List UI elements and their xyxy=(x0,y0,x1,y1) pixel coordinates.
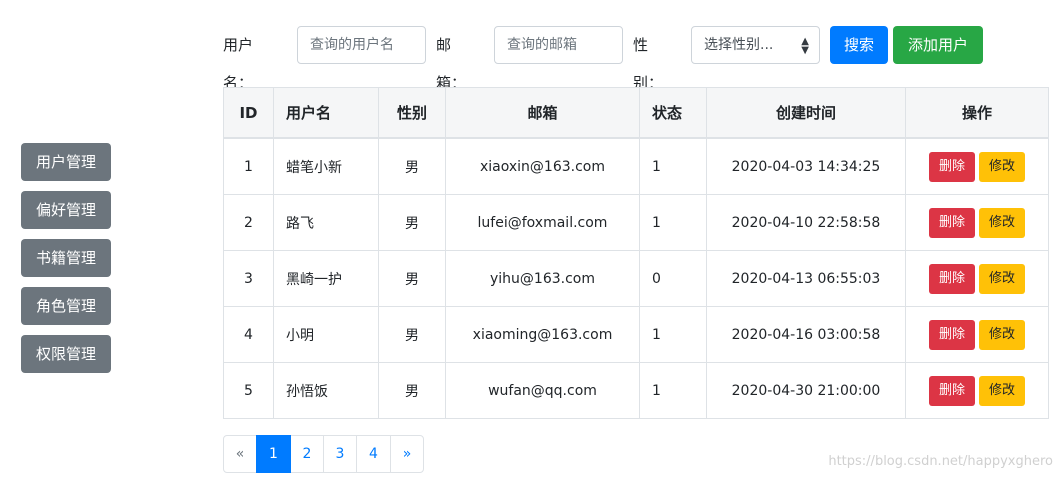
sidebar: 用户管理 偏好管理 书籍管理 角色管理 权限管理 xyxy=(21,143,111,383)
cell-created: 2020-04-03 14:34:25 xyxy=(706,137,906,195)
pagination-page-4[interactable]: 4 xyxy=(356,435,391,473)
cell-email: xiaoxin@163.com xyxy=(445,137,640,195)
edit-button[interactable]: 修改 xyxy=(979,263,1025,294)
username-search-input[interactable] xyxy=(297,26,426,64)
col-header-status: 状态 xyxy=(639,87,707,139)
cell-gender: 男 xyxy=(378,362,446,419)
cell-created: 2020-04-16 03:00:58 xyxy=(706,306,906,363)
cell-email: wufan@qq.com xyxy=(445,362,640,419)
delete-button[interactable]: 删除 xyxy=(929,319,975,350)
add-user-button[interactable]: 添加用户 xyxy=(893,26,983,64)
col-header-email: 邮箱 xyxy=(445,87,640,139)
cell-actions: 删除 修改 xyxy=(905,250,1049,307)
pagination: « 1 2 3 4 » xyxy=(223,435,424,473)
watermark: https://blog.csdn.net/happyxghero xyxy=(828,454,1053,469)
edit-button[interactable]: 修改 xyxy=(979,319,1025,350)
cell-username: 路飞 xyxy=(273,194,379,251)
cell-created: 2020-04-10 22:58:58 xyxy=(706,194,906,251)
pagination-prev[interactable]: « xyxy=(223,435,257,473)
cell-created: 2020-04-13 06:55:03 xyxy=(706,250,906,307)
cell-username: 孙悟饭 xyxy=(273,362,379,419)
cell-username: 黑崎一护 xyxy=(273,250,379,307)
users-table: ID 用户名 性别 邮箱 状态 创建时间 操作 1 蜡笔小新 男 xiaoxin… xyxy=(223,87,1049,419)
cell-email: lufei@foxmail.com xyxy=(445,194,640,251)
table-header-row: ID 用户名 性别 邮箱 状态 创建时间 操作 xyxy=(223,87,1049,139)
cell-gender: 男 xyxy=(378,194,446,251)
cell-actions: 删除 修改 xyxy=(905,362,1049,419)
table-row: 3 黑崎一护 男 yihu@163.com 0 2020-04-13 06:55… xyxy=(223,250,1049,307)
table-row: 2 路飞 男 lufei@foxmail.com 1 2020-04-10 22… xyxy=(223,194,1049,251)
cell-email: yihu@163.com xyxy=(445,250,640,307)
pagination-next[interactable]: » xyxy=(390,435,424,473)
cell-status: 1 xyxy=(639,137,707,195)
table-row: 4 小明 男 xiaoming@163.com 1 2020-04-16 03:… xyxy=(223,306,1049,363)
pagination-page-1[interactable]: 1 xyxy=(256,435,291,473)
cell-actions: 删除 修改 xyxy=(905,194,1049,251)
delete-button[interactable]: 删除 xyxy=(929,375,975,406)
sidebar-item-preference-management[interactable]: 偏好管理 xyxy=(21,191,111,229)
col-header-username: 用户名 xyxy=(273,87,379,139)
cell-gender: 男 xyxy=(378,250,446,307)
edit-button[interactable]: 修改 xyxy=(979,375,1025,406)
cell-username: 蜡笔小新 xyxy=(273,137,379,195)
table-row: 1 蜡笔小新 男 xiaoxin@163.com 1 2020-04-03 14… xyxy=(223,137,1049,195)
pagination-page-2[interactable]: 2 xyxy=(290,435,324,473)
cell-status: 1 xyxy=(639,362,707,419)
delete-button[interactable]: 删除 xyxy=(929,151,975,182)
cell-status: 1 xyxy=(639,194,707,251)
table-row: 5 孙悟饭 男 wufan@qq.com 1 2020-04-30 21:00:… xyxy=(223,362,1049,419)
col-header-created: 创建时间 xyxy=(706,87,906,139)
sidebar-item-user-management[interactable]: 用户管理 xyxy=(21,143,111,181)
edit-button[interactable]: 修改 xyxy=(979,151,1025,182)
select-arrows-icon: ▲ ▼ xyxy=(801,36,809,56)
cell-email: xiaoming@163.com xyxy=(445,306,640,363)
search-button[interactable]: 搜索 xyxy=(830,26,888,64)
delete-button[interactable]: 删除 xyxy=(929,263,975,294)
cell-status: 0 xyxy=(639,250,707,307)
gender-select[interactable]: 选择性别... ▲ ▼ xyxy=(691,26,820,64)
cell-id: 4 xyxy=(223,306,274,363)
cell-id: 1 xyxy=(223,137,274,195)
cell-id: 2 xyxy=(223,194,274,251)
col-header-gender: 性别 xyxy=(378,87,446,139)
cell-id: 3 xyxy=(223,250,274,307)
cell-actions: 删除 修改 xyxy=(905,306,1049,363)
email-search-input[interactable] xyxy=(494,26,623,64)
sidebar-item-book-management[interactable]: 书籍管理 xyxy=(21,239,111,277)
cell-gender: 男 xyxy=(378,137,446,195)
cell-gender: 男 xyxy=(378,306,446,363)
cell-id: 5 xyxy=(223,362,274,419)
cell-username: 小明 xyxy=(273,306,379,363)
col-header-actions: 操作 xyxy=(905,87,1049,139)
col-header-id: ID xyxy=(223,87,274,139)
cell-created: 2020-04-30 21:00:00 xyxy=(706,362,906,419)
gender-select-value: 选择性别... xyxy=(704,37,774,53)
delete-button[interactable]: 删除 xyxy=(929,207,975,238)
sidebar-item-permission-management[interactable]: 权限管理 xyxy=(21,335,111,373)
cell-actions: 删除 修改 xyxy=(905,137,1049,195)
pagination-page-3[interactable]: 3 xyxy=(323,435,357,473)
edit-button[interactable]: 修改 xyxy=(979,207,1025,238)
cell-status: 1 xyxy=(639,306,707,363)
sidebar-item-role-management[interactable]: 角色管理 xyxy=(21,287,111,325)
